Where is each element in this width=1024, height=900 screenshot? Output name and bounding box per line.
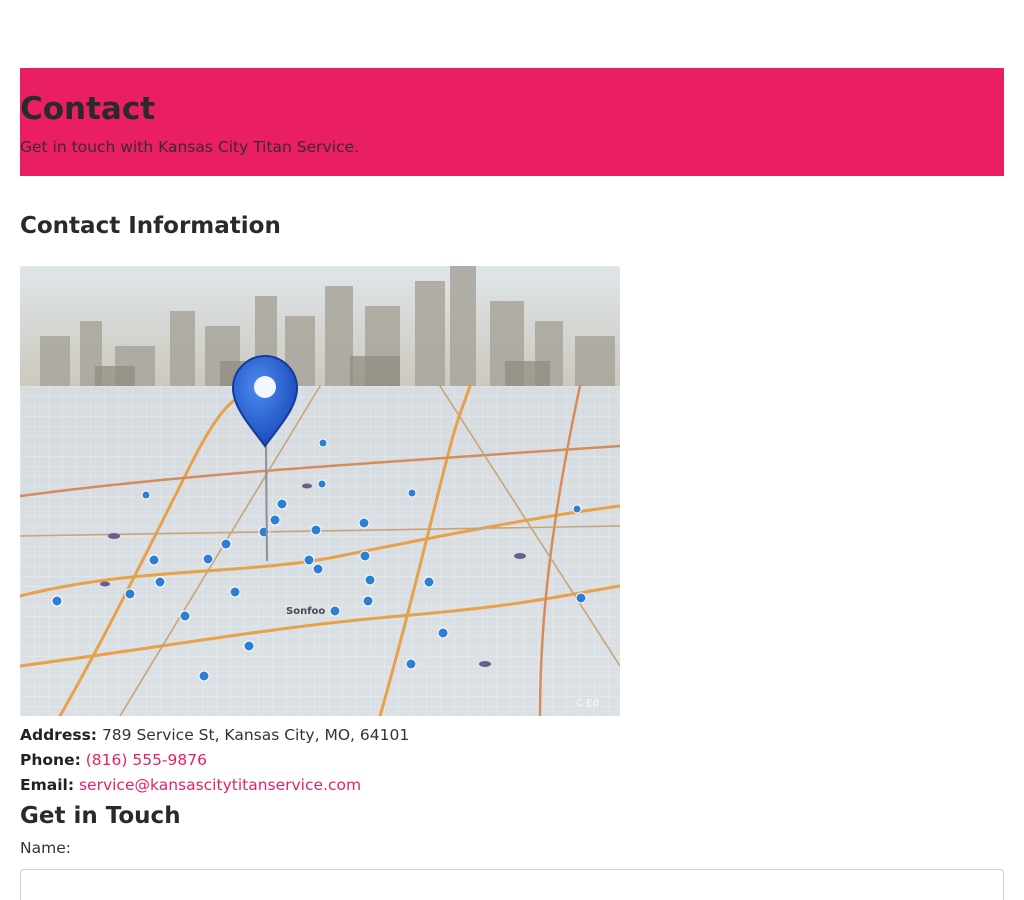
address-value: 789 Service St, Kansas City, MO, 64101 — [101, 726, 410, 744]
name-field-label: Name: — [20, 839, 71, 857]
phone-link[interactable]: (816) 555-9876 — [86, 751, 207, 769]
address-label: Address: — [20, 726, 97, 744]
email-line: Email: service@kansascitytitanservice.co… — [20, 775, 361, 795]
phone-label: Phone: — [20, 751, 81, 769]
page-title: Contact — [20, 91, 156, 127]
get-in-touch-heading: Get in Touch — [20, 803, 181, 829]
address-line: Address: 789 Service St, Kansas City, MO… — [20, 725, 409, 745]
city-map-image: Sonfoo C Ed — [20, 266, 620, 716]
email-label: Email: — [20, 776, 75, 794]
hero-banner: Contact Get in touch with Kansas City Ti… — [20, 68, 1004, 176]
email-link[interactable]: service@kansascitytitanservice.com — [79, 776, 361, 794]
name-input[interactable] — [20, 869, 1004, 900]
map-watermark: C Ed — [576, 698, 599, 709]
contact-information-heading: Contact Information — [20, 213, 281, 239]
page-subtitle: Get in touch with Kansas City Titan Serv… — [20, 138, 360, 156]
map-label: Sonfoo — [286, 606, 325, 617]
phone-line: Phone: (816) 555-9876 — [20, 750, 207, 770]
